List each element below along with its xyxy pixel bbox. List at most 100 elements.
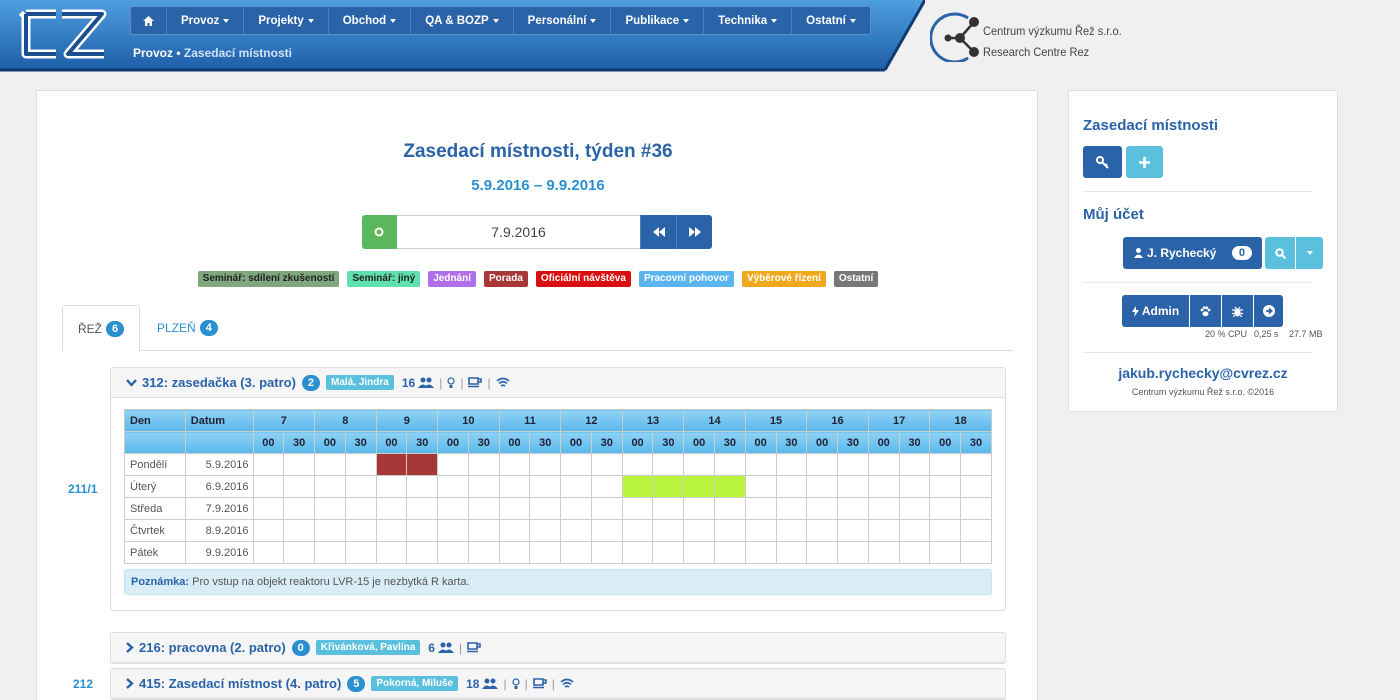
time-slot[interactable] <box>283 541 316 564</box>
booking-slot[interactable] <box>621 475 654 498</box>
time-slot[interactable] <box>898 519 931 542</box>
time-slot[interactable] <box>437 541 469 564</box>
cz-logo[interactable] <box>18 8 110 62</box>
tab-rez[interactable]: ŘEŽ 6 <box>62 305 141 352</box>
time-slot[interactable] <box>314 541 346 564</box>
time-slot[interactable] <box>590 453 623 476</box>
time-slot[interactable] <box>867 453 900 476</box>
room-header[interactable]: 415: Zasedací místnost (4. patro) 5 Poko… <box>111 669 1005 699</box>
time-slot[interactable] <box>406 519 439 542</box>
time-slot[interactable] <box>498 497 531 520</box>
time-slot[interactable] <box>867 475 900 498</box>
time-slot[interactable] <box>252 497 285 520</box>
room-contact[interactable]: Pokorná, Miluše <box>371 676 459 691</box>
room-contact[interactable]: Křivánková, Pavlína <box>315 640 421 655</box>
time-slot[interactable] <box>590 497 623 520</box>
time-slot[interactable] <box>744 475 777 498</box>
time-slot[interactable] <box>867 497 900 520</box>
time-slot[interactable] <box>560 475 592 498</box>
nav-publikace[interactable]: Publikace <box>611 7 705 34</box>
time-slot[interactable] <box>314 475 346 498</box>
time-slot[interactable] <box>929 519 962 542</box>
room-header[interactable]: 216: pracovna (2. patro) 0 Křivánková, P… <box>111 633 1005 663</box>
time-slot[interactable] <box>252 541 285 564</box>
date-input[interactable]: 7.9.2016 <box>396 215 641 249</box>
tab-plzen[interactable]: PLZEŇ 4 <box>142 305 233 351</box>
time-slot[interactable] <box>837 475 869 498</box>
time-slot[interactable] <box>652 541 685 564</box>
time-slot[interactable] <box>590 519 623 542</box>
time-slot[interactable] <box>806 541 839 564</box>
time-slot[interactable] <box>560 541 592 564</box>
time-slot[interactable] <box>467 519 500 542</box>
room-header[interactable]: 312: zasedačka (3. patro) 2 Malá, Jindra… <box>111 368 1005 398</box>
time-slot[interactable] <box>560 519 592 542</box>
time-slot[interactable] <box>929 541 962 564</box>
time-slot[interactable] <box>652 519 685 542</box>
booking-slot[interactable] <box>375 453 408 476</box>
time-slot[interactable] <box>775 453 808 476</box>
time-slot[interactable] <box>283 475 316 498</box>
time-slot[interactable] <box>252 475 285 498</box>
time-slot[interactable] <box>590 541 623 564</box>
time-slot[interactable] <box>467 475 500 498</box>
time-slot[interactable] <box>837 453 869 476</box>
add-button[interactable] <box>1126 146 1163 178</box>
nav-home[interactable] <box>131 7 167 34</box>
time-slot[interactable] <box>898 453 931 476</box>
time-slot[interactable] <box>929 453 962 476</box>
time-slot[interactable] <box>529 519 562 542</box>
time-slot[interactable] <box>713 497 746 520</box>
time-slot[interactable] <box>837 541 869 564</box>
paw-button[interactable] <box>1190 295 1221 327</box>
time-slot[interactable] <box>898 497 931 520</box>
time-slot[interactable] <box>744 497 777 520</box>
nav-personalni[interactable]: Personální <box>514 7 612 34</box>
nav-obchod[interactable]: Obchod <box>329 7 412 34</box>
time-slot[interactable] <box>314 497 346 520</box>
time-slot[interactable] <box>529 453 562 476</box>
time-slot[interactable] <box>406 541 439 564</box>
time-slot[interactable] <box>960 497 992 520</box>
time-slot[interactable] <box>837 519 869 542</box>
time-slot[interactable] <box>283 453 316 476</box>
nav-qa-bozp[interactable]: QA & BOZP <box>411 7 514 34</box>
time-slot[interactable] <box>867 541 900 564</box>
time-slot[interactable] <box>529 475 562 498</box>
time-slot[interactable] <box>806 475 839 498</box>
time-slot[interactable] <box>713 453 746 476</box>
time-slot[interactable] <box>621 497 654 520</box>
time-slot[interactable] <box>314 453 346 476</box>
key-button[interactable] <box>1083 146 1122 178</box>
time-slot[interactable] <box>437 453 469 476</box>
time-slot[interactable] <box>498 475 531 498</box>
time-slot[interactable] <box>929 497 962 520</box>
search-button[interactable] <box>1265 237 1295 269</box>
time-slot[interactable] <box>437 519 469 542</box>
time-slot[interactable] <box>621 519 654 542</box>
time-slot[interactable] <box>467 541 500 564</box>
time-slot[interactable] <box>406 497 439 520</box>
time-slot[interactable] <box>867 519 900 542</box>
previous-week-button[interactable] <box>640 215 677 249</box>
time-slot[interactable] <box>529 541 562 564</box>
time-slot[interactable] <box>437 497 469 520</box>
time-slot[interactable] <box>960 475 992 498</box>
time-slot[interactable] <box>560 497 592 520</box>
time-slot[interactable] <box>652 453 685 476</box>
time-slot[interactable] <box>621 453 654 476</box>
nav-projekty[interactable]: Projekty <box>244 7 329 34</box>
time-slot[interactable] <box>775 541 808 564</box>
user-button[interactable]: J. Rychecký 0 <box>1123 237 1262 269</box>
time-slot[interactable] <box>837 497 869 520</box>
time-slot[interactable] <box>744 453 777 476</box>
time-slot[interactable] <box>960 453 992 476</box>
time-slot[interactable] <box>683 541 715 564</box>
time-slot[interactable] <box>498 519 531 542</box>
time-slot[interactable] <box>929 475 962 498</box>
bug-button[interactable] <box>1222 295 1253 327</box>
time-slot[interactable] <box>744 519 777 542</box>
time-slot[interactable] <box>283 497 316 520</box>
logout-button[interactable] <box>1254 295 1283 327</box>
time-slot[interactable] <box>590 475 623 498</box>
